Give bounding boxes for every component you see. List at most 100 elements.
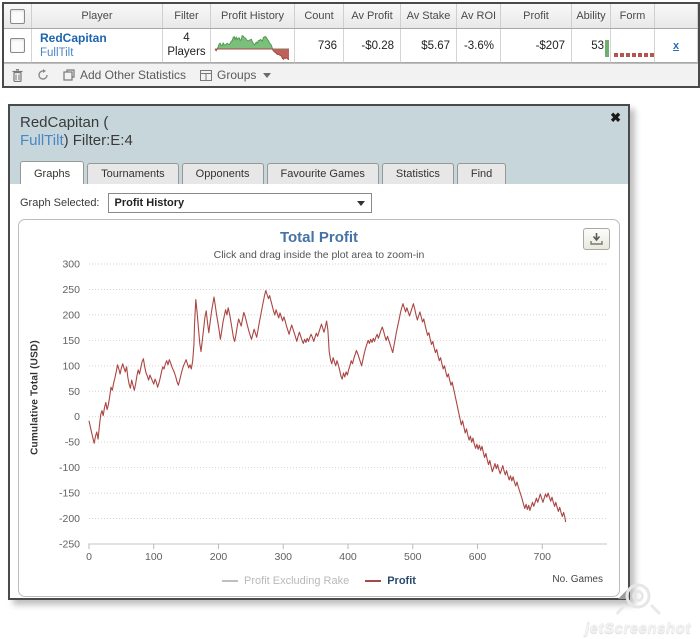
graph-select-value: Profit History — [114, 197, 185, 209]
copy-icon — [63, 69, 75, 81]
select-all-checkbox[interactable] — [10, 8, 25, 24]
svg-text:50: 50 — [68, 386, 80, 398]
panel-header: RedCapitan ( FullTilt) Filter:E:4 ✖ Grap… — [10, 106, 628, 184]
svg-text:-150: -150 — [59, 488, 80, 500]
av-stake-cell: $5.67 — [401, 29, 457, 63]
svg-text:100: 100 — [145, 551, 163, 563]
tab-tournaments[interactable]: Tournaments — [87, 163, 179, 184]
profit-history-sparkline — [214, 34, 289, 60]
graph-select-dropdown[interactable]: Profit History — [107, 193, 372, 213]
column-header-player[interactable]: Player — [32, 4, 163, 28]
row-checkbox-cell[interactable] — [4, 29, 32, 63]
refresh-icon — [38, 69, 48, 80]
av-roi-cell: -3.6% — [457, 29, 501, 63]
profit-history-sparkline-cell — [211, 29, 295, 63]
tab-statistics[interactable]: Statistics — [381, 163, 454, 184]
svg-text:400: 400 — [339, 551, 357, 563]
profit-cell: -$207 — [501, 29, 572, 63]
svg-text:250: 250 — [62, 284, 80, 296]
chevron-down-icon — [356, 200, 365, 206]
count-cell: 736 — [295, 29, 344, 63]
chart-subtitle: Click and drag inside the plot area to z… — [213, 249, 425, 261]
table-toolbar: Add Other Statistics Groups — [4, 63, 698, 86]
player-cell[interactable]: RedCapitan FullTilt — [32, 29, 163, 63]
svg-text:150: 150 — [62, 335, 80, 347]
column-header-profit[interactable]: Profit — [501, 4, 572, 28]
player-name-link[interactable]: RedCapitan — [40, 31, 107, 46]
legend-item-profit[interactable]: Profit — [365, 575, 416, 587]
groups-label: Groups — [217, 68, 257, 82]
svg-text:-200: -200 — [59, 513, 80, 525]
refresh-button[interactable] — [37, 69, 49, 81]
open-graph-link[interactable]: x — [673, 40, 679, 52]
caret-down-icon — [263, 72, 272, 78]
chart-plot-area[interactable]: 300250200150100500-50-100-150-200-2500 10… — [19, 220, 615, 596]
tab-find[interactable]: Find — [456, 163, 507, 184]
column-header-filter[interactable]: Filter — [163, 4, 211, 28]
select-all-checkbox-cell[interactable] — [4, 4, 32, 28]
column-header-count[interactable]: Count — [295, 4, 344, 28]
row-checkbox[interactable] — [10, 38, 25, 53]
svg-text:600: 600 — [469, 551, 487, 563]
chart-legend: Profit Excluding Rake Profit — [19, 575, 619, 587]
svg-text:0: 0 — [86, 551, 92, 563]
table-row: RedCapitan FullTilt 4 Players 736 -$0.28… — [4, 29, 698, 63]
graph-selector-row: Graph Selected: Profit History — [10, 184, 628, 217]
resize-handle[interactable] — [618, 588, 629, 599]
player-detail-panel: RedCapitan ( FullTilt) Filter:E:4 ✖ Grap… — [8, 104, 630, 600]
form-cell — [605, 29, 660, 63]
groups-button[interactable]: Groups — [200, 68, 272, 82]
svg-text:500: 500 — [404, 551, 422, 563]
column-header-blank — [655, 4, 698, 28]
tab-graphs[interactable]: Graphs — [20, 161, 85, 184]
filter-unit: Players — [167, 45, 206, 58]
legend-swatch — [365, 580, 382, 582]
groups-icon — [200, 69, 213, 81]
players-table: Player Filter Profit History Count Av Pr… — [2, 2, 700, 88]
delete-button[interactable] — [12, 68, 23, 82]
panel-body: Graph Selected: Profit History 300 250 200… — [10, 184, 628, 597]
legend-item-profit-excluding-rake[interactable]: Profit Excluding Rake — [222, 575, 349, 587]
legend-label: Profit Excluding Rake — [244, 575, 350, 587]
close-icon[interactable]: ✖ — [610, 111, 621, 124]
graph-selected-label: Graph Selected: — [20, 197, 100, 209]
svg-text:100: 100 — [62, 360, 80, 372]
svg-text:-100: -100 — [59, 462, 80, 474]
svg-text:700: 700 — [533, 551, 551, 563]
x-axis-title: No. Games — [552, 574, 603, 585]
download-icon — [590, 233, 603, 245]
panel-title-site: FullTilt — [20, 132, 64, 149]
graph-link-cell: x — [655, 29, 698, 63]
y-axis-title: Cumulative Total (USD) — [29, 340, 41, 455]
svg-text:200: 200 — [210, 551, 228, 563]
legend-swatch — [222, 580, 239, 582]
watermark-label: jetScreenshot — [585, 620, 691, 637]
svg-text:300: 300 — [274, 551, 292, 563]
svg-text:0: 0 — [74, 411, 80, 423]
tab-opponents[interactable]: Opponents — [181, 163, 264, 184]
column-header-ability[interactable]: Ability — [572, 4, 611, 28]
panel-title-filter: ) Filter:E:4 — [63, 132, 133, 149]
panel-title: RedCapitan ( FullTilt) Filter:E:4 — [10, 106, 628, 150]
filter-cell: 4 Players — [163, 29, 211, 63]
av-profit-cell: -$0.28 — [344, 29, 401, 63]
svg-text:-50: -50 — [65, 437, 80, 449]
tab-favourite-games[interactable]: Favourite Games — [266, 163, 379, 184]
svg-text:-250: -250 — [59, 539, 80, 551]
column-header-profit-history[interactable]: Profit History — [211, 4, 295, 28]
table-header-row: Player Filter Profit History Count Av Pr… — [4, 4, 698, 29]
export-chart-button[interactable] — [583, 228, 610, 250]
column-header-av-stake[interactable]: Av Stake — [401, 4, 457, 28]
column-header-av-profit[interactable]: Av Profit — [344, 4, 401, 28]
column-header-form[interactable]: Form — [611, 4, 655, 28]
player-site-label: FullTilt — [40, 46, 74, 59]
chart-title: Total Profit — [279, 229, 359, 246]
panel-title-name: RedCapitan ( — [20, 114, 109, 131]
profit-chart[interactable]: 300 250 200 150 100 50 0 -50 -100 -150 -200 -250 0 10… — [18, 219, 620, 597]
add-other-statistics-button[interactable]: Add Other Statistics — [63, 68, 186, 82]
svg-text:200: 200 — [62, 309, 80, 321]
column-header-av-roi[interactable]: Av ROI — [457, 4, 501, 28]
trash-icon — [12, 68, 23, 82]
form-indicator — [605, 35, 660, 57]
legend-label: Profit — [387, 575, 416, 587]
